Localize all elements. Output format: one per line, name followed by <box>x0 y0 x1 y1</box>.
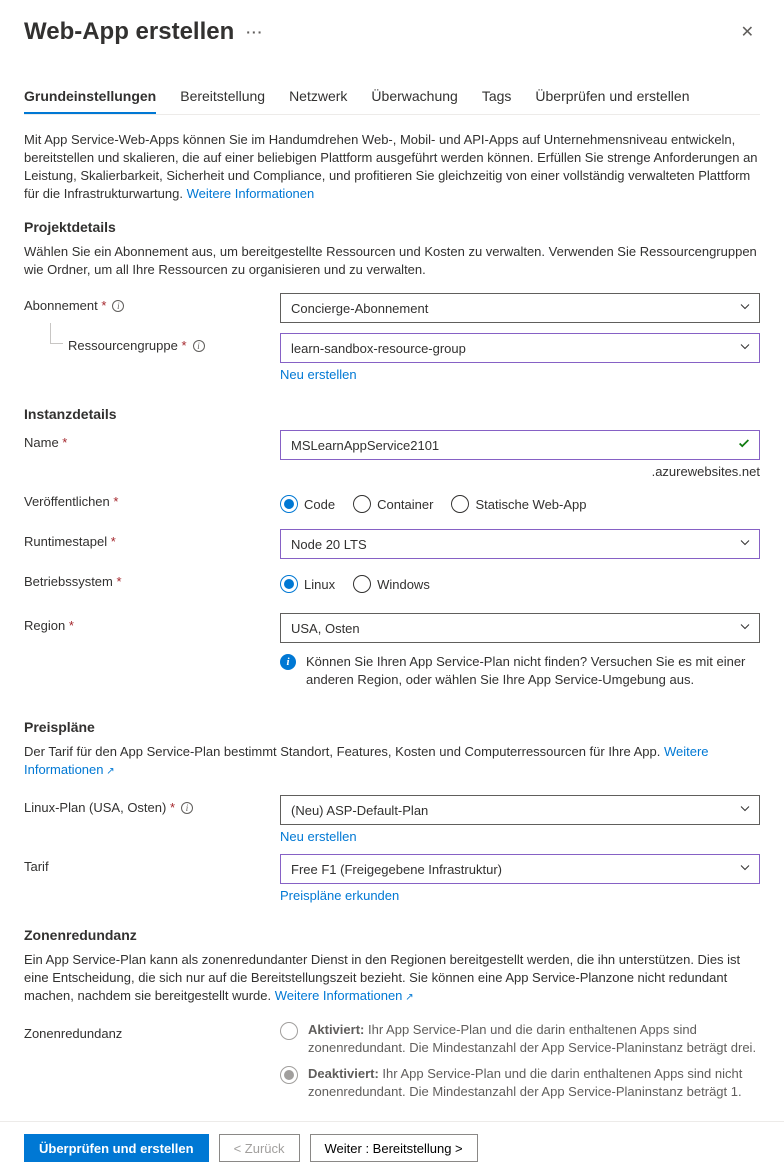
tarif-explore-link[interactable]: Preispläne erkunden <box>280 888 399 903</box>
pricing-title: Preispläne <box>24 719 760 735</box>
publish-code-radio[interactable]: Code <box>280 495 335 513</box>
zone-label: Zonenredundanz <box>24 1026 122 1041</box>
project-desc: Wählen Sie ein Abonnement aus, um bereit… <box>24 243 760 279</box>
more-icon[interactable]: ··· <box>246 24 263 40</box>
project-title: Projektdetails <box>24 219 760 235</box>
info-icon[interactable]: i <box>193 340 205 352</box>
os-linux-radio[interactable]: Linux <box>280 575 335 593</box>
resourcegroup-label: Ressourcengruppe <box>68 338 187 353</box>
subscription-label: Abonnement <box>24 298 106 313</box>
intro-text: Mit App Service-Web-Apps können Sie im H… <box>24 131 760 203</box>
runtime-label: Runtimestapel <box>24 534 116 549</box>
close-icon[interactable]: ✕ <box>735 16 760 48</box>
name-label: Name <box>24 435 67 450</box>
plan-new-link[interactable]: Neu erstellen <box>280 829 357 844</box>
tab-deployment[interactable]: Bereitstellung <box>180 80 265 114</box>
intro-link[interactable]: Weitere Informationen <box>187 186 315 201</box>
os-windows-radio[interactable]: Windows <box>353 575 430 593</box>
region-label: Region <box>24 618 74 633</box>
resourcegroup-select[interactable]: learn-sandbox-resource-group <box>280 333 760 363</box>
back-button[interactable]: < Zurück <box>219 1134 300 1162</box>
chevron-down-icon <box>739 301 751 316</box>
chevron-down-icon <box>739 803 751 818</box>
check-icon <box>737 437 751 454</box>
zone-disabled-text: Deaktiviert: Ihr App Service-Plan und di… <box>308 1065 760 1101</box>
tab-tags[interactable]: Tags <box>482 80 512 114</box>
review-create-button[interactable]: Überprüfen und erstellen <box>24 1134 209 1162</box>
zone-enabled-radio[interactable] <box>280 1022 298 1040</box>
name-suffix: .azurewebsites.net <box>280 464 760 479</box>
page-title: Web-App erstellen <box>24 18 234 46</box>
zone-title: Zonenredundanz <box>24 927 760 943</box>
publish-static-radio[interactable]: Statische Web-App <box>451 495 586 513</box>
tab-basics[interactable]: Grundeinstellungen <box>24 80 156 114</box>
zone-disabled-radio[interactable] <box>280 1066 298 1084</box>
footer: Überprüfen und erstellen < Zurück Weiter… <box>0 1121 784 1174</box>
pricing-desc: Der Tarif für den App Service-Plan besti… <box>24 743 760 781</box>
publish-container-radio[interactable]: Container <box>353 495 433 513</box>
chevron-down-icon <box>739 621 751 636</box>
tab-review[interactable]: Überprüfen und erstellen <box>535 80 689 114</box>
subscription-select[interactable]: Concierge-Abonnement <box>280 293 760 323</box>
zone-desc: Ein App Service-Plan kann als zonenredun… <box>24 951 760 1007</box>
runtime-select[interactable]: Node 20 LTS <box>280 529 760 559</box>
tarif-label: Tarif <box>24 859 49 874</box>
chevron-down-icon <box>739 862 751 877</box>
publish-label: Veröffentlichen <box>24 494 118 509</box>
info-icon[interactable]: i <box>181 802 193 814</box>
instance-title: Instanzdetails <box>24 406 760 422</box>
region-select[interactable]: USA, Osten <box>280 613 760 643</box>
zone-link[interactable]: Weitere Informationen <box>275 988 414 1003</box>
next-button[interactable]: Weiter : Bereitstellung > <box>310 1134 478 1162</box>
plan-label: Linux-Plan (USA, Osten) <box>24 800 175 815</box>
tab-monitoring[interactable]: Überwachung <box>371 80 457 114</box>
tab-bar: Grundeinstellungen Bereitstellung Netzwe… <box>24 80 760 115</box>
tarif-select[interactable]: Free F1 (Freigegebene Infrastruktur) <box>280 854 760 884</box>
tab-network[interactable]: Netzwerk <box>289 80 347 114</box>
rg-new-link[interactable]: Neu erstellen <box>280 367 357 382</box>
plan-select[interactable]: (Neu) ASP-Default-Plan <box>280 795 760 825</box>
zone-enabled-text: Aktiviert: Ihr App Service-Plan und die … <box>308 1021 760 1057</box>
chevron-down-icon <box>739 537 751 552</box>
chevron-down-icon <box>739 341 751 356</box>
name-input[interactable]: MSLearnAppService2101 <box>280 430 760 460</box>
region-info: Können Sie Ihren App Service-Plan nicht … <box>306 653 760 689</box>
info-icon[interactable]: i <box>112 300 124 312</box>
os-label: Betriebssystem <box>24 574 122 589</box>
info-icon: i <box>280 654 296 670</box>
